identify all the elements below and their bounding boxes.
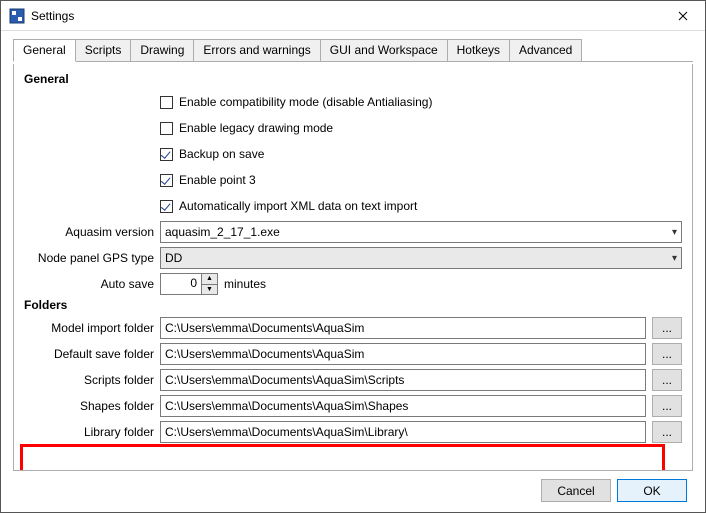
settings-window: Settings General Scripts Drawing Errors … [0, 0, 706, 513]
autosave-label: Auto save [24, 277, 160, 291]
autoxml-checkbox[interactable] [160, 200, 173, 213]
ok-button[interactable]: OK [617, 479, 687, 502]
model-folder-field[interactable] [160, 317, 646, 339]
shapes-folder-label: Shapes folder [24, 399, 160, 413]
cancel-button[interactable]: Cancel [541, 479, 611, 502]
point3-checkbox[interactable] [160, 174, 173, 187]
compat-label: Enable compatibility mode (disable Antia… [179, 95, 432, 109]
library-folder-browse-button[interactable]: ... [652, 421, 682, 443]
gps-select[interactable]: DD ▾ [160, 247, 682, 269]
tab-general[interactable]: General [13, 39, 76, 62]
aquasim-label: Aquasim version [24, 225, 160, 239]
dialog-footer: Cancel OK [13, 471, 693, 502]
scripts-folder-label: Scripts folder [24, 373, 160, 387]
scripts-folder-field[interactable] [160, 369, 646, 391]
gps-label: Node panel GPS type [24, 251, 160, 265]
library-folder-label: Library folder [24, 425, 160, 439]
tab-scripts[interactable]: Scripts [75, 39, 132, 61]
library-folder-field[interactable] [160, 421, 646, 443]
section-folders: Folders [24, 298, 682, 312]
client-area: General Scripts Drawing Errors and warni… [1, 31, 705, 512]
window-title: Settings [31, 9, 660, 23]
spin-up-icon[interactable]: ▲ [202, 274, 217, 285]
tab-errors[interactable]: Errors and warnings [193, 39, 320, 61]
gps-value: DD [165, 251, 182, 265]
model-folder-browse-button[interactable]: ... [652, 317, 682, 339]
tab-drawing[interactable]: Drawing [130, 39, 194, 61]
scripts-folder-browse-button[interactable]: ... [652, 369, 682, 391]
shapes-folder-field[interactable] [160, 395, 646, 417]
save-folder-field[interactable] [160, 343, 646, 365]
app-icon [9, 8, 25, 24]
save-folder-browse-button[interactable]: ... [652, 343, 682, 365]
backup-label: Backup on save [179, 147, 264, 161]
compat-checkbox[interactable] [160, 96, 173, 109]
save-folder-label: Default save folder [24, 347, 160, 361]
shapes-folder-browse-button[interactable]: ... [652, 395, 682, 417]
titlebar: Settings [1, 1, 705, 31]
spin-down-icon[interactable]: ▼ [202, 285, 217, 295]
autoxml-label: Automatically import XML data on text im… [179, 199, 417, 213]
aquasim-select[interactable]: aquasim_2_17_1.exe ▾ [160, 221, 682, 243]
tab-hotkeys[interactable]: Hotkeys [447, 39, 510, 61]
close-button[interactable] [660, 1, 705, 31]
legacy-label: Enable legacy drawing mode [179, 121, 333, 135]
aquasim-value: aquasim_2_17_1.exe [165, 225, 280, 239]
backup-checkbox[interactable] [160, 148, 173, 161]
autosave-unit: minutes [224, 277, 266, 291]
general-panel: General Enable compatibility mode (disab… [13, 64, 693, 471]
tab-advanced[interactable]: Advanced [509, 39, 582, 61]
point3-label: Enable point 3 [179, 173, 256, 187]
autosave-value: 0 [161, 274, 201, 294]
model-folder-label: Model import folder [24, 321, 160, 335]
section-general: General [24, 72, 682, 86]
autosave-stepper[interactable]: 0 ▲ ▼ [160, 273, 218, 295]
chevron-down-icon: ▾ [672, 227, 677, 238]
chevron-down-icon: ▾ [672, 253, 677, 264]
tab-gui[interactable]: GUI and Workspace [320, 39, 448, 61]
legacy-checkbox[interactable] [160, 122, 173, 135]
highlight-annotation [20, 444, 665, 471]
tab-bar: General Scripts Drawing Errors and warni… [13, 39, 693, 62]
